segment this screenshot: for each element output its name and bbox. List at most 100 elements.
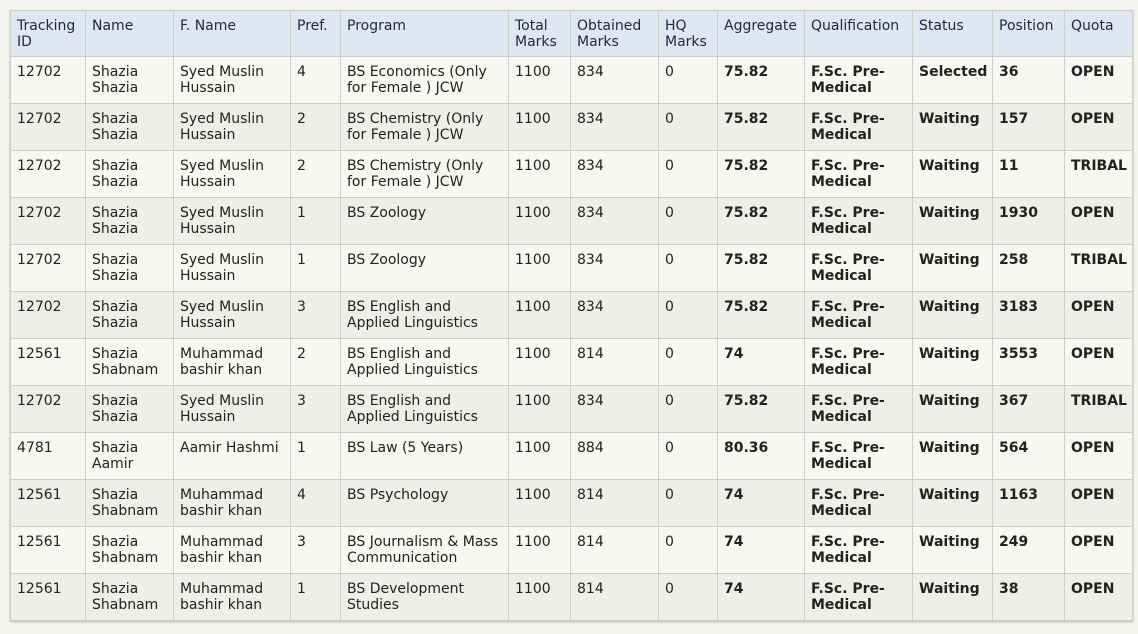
table-row: 12561 Shazia Shabnam Muhammad bashir khan 1…	[10, 573, 1133, 621]
cell-total-marks: 1100	[508, 385, 571, 433]
cell-quota: OPEN	[1064, 338, 1133, 386]
cell-quota: OPEN	[1064, 432, 1133, 480]
column-header-quota: Quota	[1064, 10, 1133, 57]
cell-tracking-id: 4781	[10, 432, 86, 480]
cell-pref: 3	[290, 526, 341, 574]
cell-obtained-marks: 834	[570, 150, 659, 198]
cell-obtained-marks: 834	[570, 103, 659, 151]
cell-qualification: F.Sc. Pre-Medical	[804, 338, 913, 386]
cell-obtained-marks: 814	[570, 573, 659, 621]
cell-aggregate: 75.82	[717, 291, 805, 339]
cell-status: Waiting	[912, 197, 993, 245]
cell-qualification: F.Sc. Pre-Medical	[804, 103, 913, 151]
cell-pref: 2	[290, 103, 341, 151]
cell-status: Waiting	[912, 479, 993, 527]
table-row: 4781 Shazia Aamir Aamir Hashmi 1 BS Law (5 Y…	[10, 432, 1133, 480]
cell-status: Waiting	[912, 338, 993, 386]
cell-father-name: Muhammad bashir khan	[173, 338, 291, 386]
column-header-total-marks: Total Marks	[508, 10, 571, 57]
cell-status: Waiting	[912, 291, 993, 339]
cell-obtained-marks: 814	[570, 479, 659, 527]
cell-program: BS English and Applied Linguistics	[340, 385, 509, 433]
cell-position: 367	[992, 385, 1065, 433]
cell-program: BS Zoology	[340, 197, 509, 245]
cell-obtained-marks: 884	[570, 432, 659, 480]
cell-tracking-id: 12702	[10, 56, 86, 104]
cell-name: Shazia Shazia	[85, 150, 174, 198]
cell-hq-marks: 0	[658, 56, 718, 104]
cell-position: 1930	[992, 197, 1065, 245]
cell-position: 564	[992, 432, 1065, 480]
cell-pref: 3	[290, 291, 341, 339]
column-header-father-name: F. Name	[173, 10, 291, 57]
cell-status: Waiting	[912, 150, 993, 198]
cell-position: 249	[992, 526, 1065, 574]
column-header-name: Name	[85, 10, 174, 57]
cell-tracking-id: 12561	[10, 573, 86, 621]
table-row: 12702 Shazia Shazia Syed Muslin Hussain 1 BS…	[10, 244, 1133, 292]
cell-hq-marks: 0	[658, 338, 718, 386]
cell-obtained-marks: 834	[570, 244, 659, 292]
cell-father-name: Muhammad bashir khan	[173, 526, 291, 574]
table-row: 12702 Shazia Shazia Syed Muslin Hussain 3 BS…	[10, 385, 1133, 433]
cell-total-marks: 1100	[508, 56, 571, 104]
table-row: 12702 Shazia Shazia Syed Muslin Hussain 3 BS…	[10, 291, 1133, 339]
cell-father-name: Syed Muslin Hussain	[173, 103, 291, 151]
cell-qualification: F.Sc. Pre-Medical	[804, 197, 913, 245]
column-header-hq-marks: HQ Marks	[658, 10, 718, 57]
cell-aggregate: 75.82	[717, 197, 805, 245]
cell-name: Shazia Shabnam	[85, 526, 174, 574]
cell-quota: OPEN	[1064, 56, 1133, 104]
cell-total-marks: 1100	[508, 432, 571, 480]
cell-pref: 1	[290, 432, 341, 480]
column-header-qualification: Qualification	[804, 10, 913, 57]
cell-father-name: Syed Muslin Hussain	[173, 197, 291, 245]
column-header-program: Program	[340, 10, 509, 57]
cell-total-marks: 1100	[508, 526, 571, 574]
cell-obtained-marks: 834	[570, 385, 659, 433]
cell-pref: 2	[290, 338, 341, 386]
cell-tracking-id: 12702	[10, 103, 86, 151]
cell-tracking-id: 12702	[10, 197, 86, 245]
cell-name: Shazia Shazia	[85, 244, 174, 292]
cell-hq-marks: 0	[658, 573, 718, 621]
cell-tracking-id: 12561	[10, 479, 86, 527]
cell-tracking-id: 12561	[10, 526, 86, 574]
cell-hq-marks: 0	[658, 291, 718, 339]
cell-obtained-marks: 834	[570, 56, 659, 104]
cell-tracking-id: 12702	[10, 385, 86, 433]
cell-hq-marks: 0	[658, 197, 718, 245]
cell-quota: OPEN	[1064, 573, 1133, 621]
cell-father-name: Aamir Hashmi	[173, 432, 291, 480]
column-header-position: Position	[992, 10, 1065, 57]
cell-total-marks: 1100	[508, 150, 571, 198]
column-header-status: Status	[912, 10, 993, 57]
cell-name: Shazia Shazia	[85, 385, 174, 433]
cell-status: Selected	[912, 56, 993, 104]
cell-name: Shazia Shazia	[85, 197, 174, 245]
cell-tracking-id: 12702	[10, 244, 86, 292]
cell-qualification: F.Sc. Pre-Medical	[804, 150, 913, 198]
cell-father-name: Syed Muslin Hussain	[173, 291, 291, 339]
cell-program: BS Chemistry (Only for Female ) JCW	[340, 150, 509, 198]
cell-qualification: F.Sc. Pre-Medical	[804, 573, 913, 621]
cell-total-marks: 1100	[508, 479, 571, 527]
cell-quota: TRIBAL	[1064, 385, 1133, 433]
cell-qualification: F.Sc. Pre-Medical	[804, 432, 913, 480]
table-row: 12702 Shazia Shazia Syed Muslin Hussain 4 BS…	[10, 56, 1133, 104]
cell-position: 1163	[992, 479, 1065, 527]
cell-name: Shazia Shazia	[85, 56, 174, 104]
cell-program: BS Psychology	[340, 479, 509, 527]
cell-obtained-marks: 834	[570, 197, 659, 245]
cell-name: Shazia Shazia	[85, 291, 174, 339]
cell-hq-marks: 0	[658, 244, 718, 292]
cell-father-name: Muhammad bashir khan	[173, 573, 291, 621]
cell-tracking-id: 12702	[10, 291, 86, 339]
cell-name: Shazia Aamir	[85, 432, 174, 480]
table-header: Tracking ID Name F. Name Pref. Program Total …	[10, 10, 1133, 57]
cell-quota: TRIBAL	[1064, 150, 1133, 198]
table-row: 12702 Shazia Shazia Syed Muslin Hussain 2 BS…	[10, 150, 1133, 198]
column-header-obtained-marks: Obtained Marks	[570, 10, 659, 57]
cell-total-marks: 1100	[508, 197, 571, 245]
cell-hq-marks: 0	[658, 432, 718, 480]
